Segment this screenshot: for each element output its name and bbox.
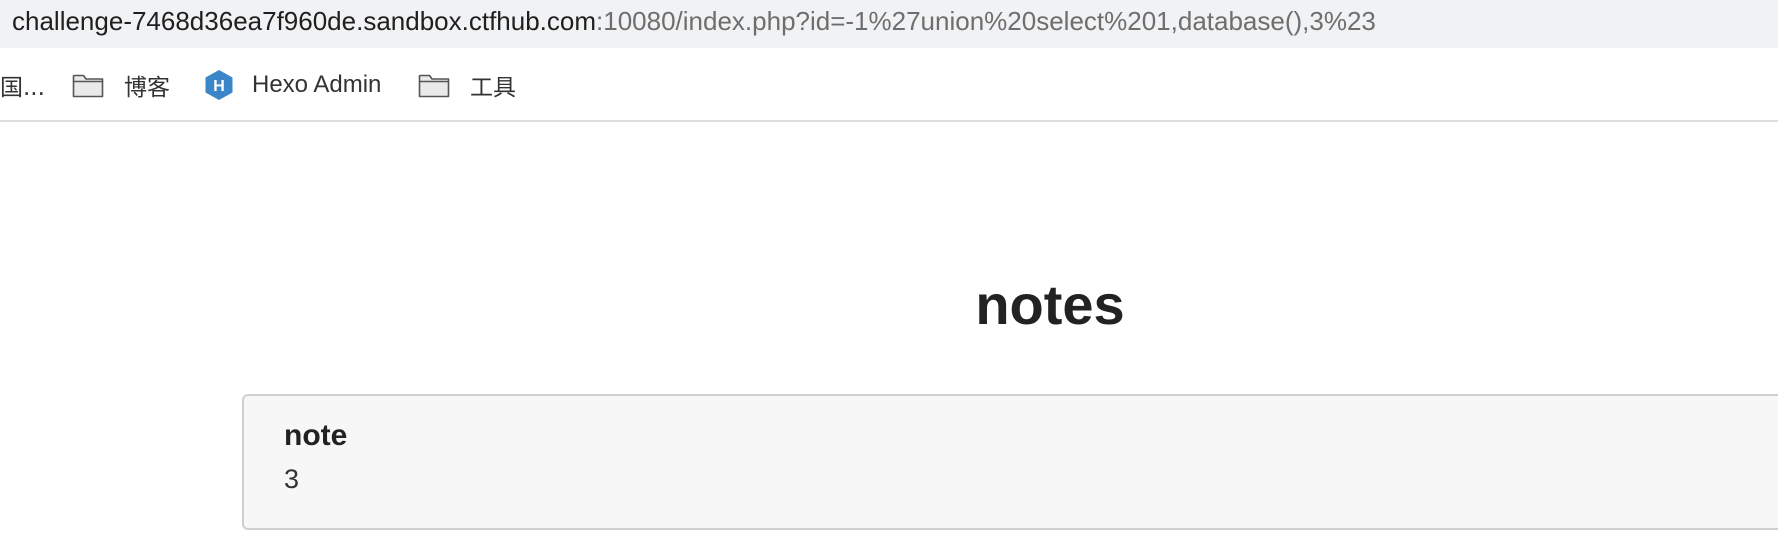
bookmark-hexo-admin[interactable]: H Hexo Admin	[204, 68, 381, 102]
note-value: 3	[284, 464, 300, 494]
bookmark-label: 博客	[124, 75, 170, 101]
folder-icon	[72, 74, 104, 98]
bookmark-truncated[interactable]: 国...	[0, 68, 45, 102]
bookmark-folder-blog[interactable]: 博客	[72, 68, 170, 102]
bookmark-label: Hexo Admin	[252, 71, 382, 98]
address-bar[interactable]: challenge-7468d36ea7f960de.sandbox.ctfhu…	[0, 0, 1778, 48]
note-title: note	[284, 419, 348, 452]
bookmark-label: 工具	[470, 75, 516, 101]
page-content: notes note 3	[0, 122, 1778, 540]
hexo-icon: H	[205, 70, 233, 100]
page-title: notes	[975, 273, 1125, 336]
note-card: note 3	[242, 394, 1778, 530]
bookmarks-bar: 国... 博客 H Hexo Admin 工具	[0, 48, 1778, 122]
url-host: challenge-7468d36ea7f960de.sandbox.ctfhu…	[12, 6, 597, 36]
bookmark-label: 国...	[0, 75, 45, 101]
url-field[interactable]: challenge-7468d36ea7f960de.sandbox.ctfhu…	[12, 4, 1376, 38]
browser-window: challenge-7468d36ea7f960de.sandbox.ctfhu…	[0, 0, 1778, 540]
url-path: :10080/index.php?id=-1%27union%20select%…	[596, 6, 1376, 36]
svg-text:H: H	[213, 78, 225, 95]
folder-icon	[418, 74, 450, 98]
bookmark-folder-tools[interactable]: 工具	[418, 68, 516, 102]
